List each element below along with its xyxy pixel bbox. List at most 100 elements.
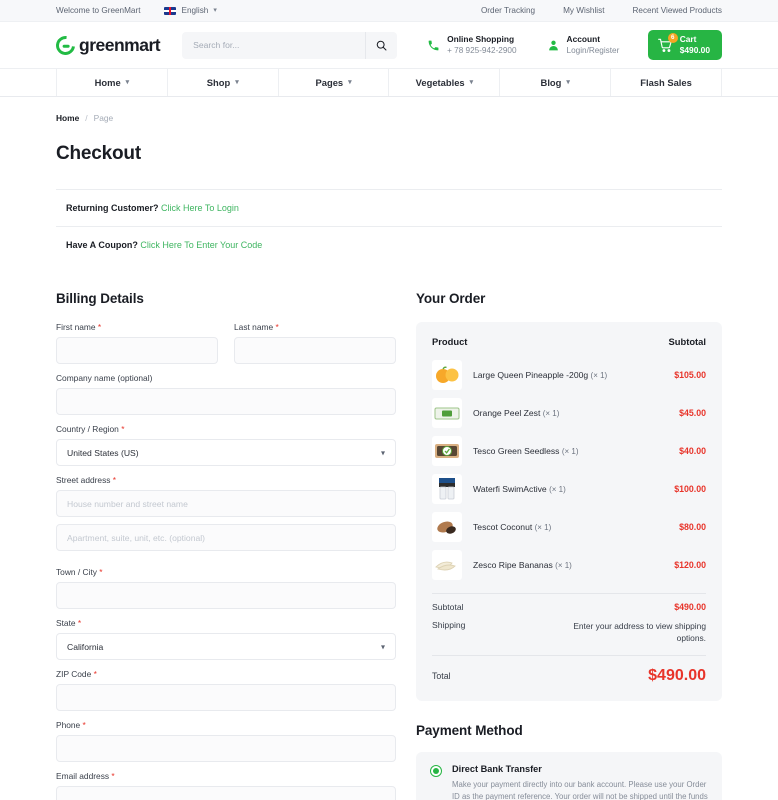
nav-item-vegetables[interactable]: Vegetables ▾: [389, 69, 501, 96]
street-address-line2-input[interactable]: [56, 524, 396, 551]
nav-item-shop[interactable]: Shop ▾: [168, 69, 279, 96]
first-name-label: First name *: [56, 322, 218, 332]
total-row: Total $490.00: [432, 656, 706, 685]
email-address-label: Email address *: [56, 771, 396, 781]
required-asterisk: *: [275, 322, 279, 332]
product-price: $45.00: [679, 408, 706, 418]
town-city-input[interactable]: [56, 582, 396, 609]
state-label-text: State: [56, 618, 76, 628]
order-tracking-link[interactable]: Order Tracking: [481, 6, 535, 15]
language-selector[interactable]: English ▾: [164, 6, 217, 15]
email-address-label-text: Email address: [56, 771, 110, 781]
email-address-field: Email address *: [56, 771, 396, 800]
required-asterisk: *: [97, 322, 102, 332]
nav-label-vegetables: Vegetables: [415, 77, 465, 88]
nav-item-blog[interactable]: Blog ▾: [500, 69, 612, 96]
company-name-label: Company name (optional): [56, 373, 153, 383]
required-asterisk: *: [112, 475, 117, 485]
company-name-input[interactable]: [56, 388, 396, 415]
top-bar: Welcome to GreenMart English ▾ Order Tra…: [0, 0, 778, 22]
phone-text-group: Online Shopping + 78 925-942-2900: [447, 34, 516, 56]
list-item: Waterfi SwimActive (× 1): [473, 484, 674, 494]
payment-option-direct-bank-transfer[interactable]: Direct Bank Transfer Make your payment d…: [416, 752, 722, 800]
search-input[interactable]: [182, 31, 366, 59]
product-name: Tescot Coconut: [473, 522, 533, 532]
site-header: greenmart Online Shopping + 78 925-942-2…: [0, 22, 778, 68]
product-quantity: (× 1): [555, 561, 572, 570]
breadcrumb-home-link[interactable]: Home: [56, 113, 79, 123]
street-address-line1-input[interactable]: [56, 490, 396, 517]
my-wishlist-link[interactable]: My Wishlist: [563, 6, 604, 15]
shipping-note: Enter your address to view shipping opti…: [573, 621, 706, 644]
search-icon: [376, 40, 387, 50]
last-name-input[interactable]: [234, 337, 396, 364]
account-menu[interactable]: Account Login/Register: [547, 34, 619, 56]
cart-icon: 6: [657, 32, 678, 53]
coupon-code-link[interactable]: Click Here To Enter Your Code: [140, 240, 262, 250]
list-item: Orange Peel Zest (× 1): [473, 408, 679, 418]
online-shopping-phone[interactable]: Online Shopping + 78 925-942-2900: [427, 34, 517, 56]
product-quantity: (× 1): [534, 523, 552, 532]
payment-method-title: Payment Method: [416, 723, 523, 739]
coupon-question: Have A Coupon?: [66, 240, 138, 250]
phone-input[interactable]: [56, 735, 396, 762]
product-name: Tesco Green Seedless: [473, 446, 560, 456]
cart-total-amount: $490.00: [679, 45, 710, 55]
nav-label-pages: Pages: [315, 77, 344, 88]
checkout-columns: Billing Details First name * Last name *: [56, 291, 722, 800]
order-payment-section: Your Order Product Subtotal Large Queen …: [416, 291, 722, 800]
returning-customer-notice: Returning Customer? Click Here To Login: [56, 189, 722, 226]
uk-flag-icon: [164, 6, 177, 15]
product-quantity: (× 1): [590, 371, 608, 380]
country-region-select[interactable]: United States (US): [56, 439, 396, 466]
nav-item-home[interactable]: Home ▾: [56, 69, 168, 96]
your-order-title: Your Order: [416, 291, 486, 306]
state-field: State * California ▾: [56, 618, 396, 660]
product-price: $105.00: [674, 370, 706, 380]
order-table-header: Product Subtotal: [432, 336, 706, 356]
country-region-label: Country / Region *: [56, 424, 396, 434]
name-field-row: First name * Last name *: [56, 322, 396, 373]
product-name: Orange Peel Zest: [473, 408, 541, 418]
coconut-thumb: [432, 512, 462, 542]
search-button[interactable]: [365, 31, 397, 59]
top-bar-links: Order Tracking My Wishlist Recent Viewed…: [481, 6, 722, 15]
last-name-field: Last name *: [234, 322, 396, 364]
oranges-thumb: [432, 360, 462, 390]
chevron-down-icon: ▾: [469, 79, 474, 86]
water-bottles-thumb: [432, 474, 462, 504]
phone-label-text: Phone: [56, 720, 81, 730]
phone-field: Phone *: [56, 720, 396, 762]
radio-direct-bank-transfer[interactable]: [430, 765, 442, 778]
order-col-subtotal: Subtotal: [668, 336, 707, 347]
shipping-row: Shipping Enter your address to view ship…: [432, 612, 706, 644]
country-select-wrapper: United States (US) ▾: [56, 439, 396, 466]
login-link[interactable]: Click Here To Login: [161, 203, 239, 213]
order-summary-card: Product Subtotal Large Queen Pineapple -…: [416, 322, 722, 702]
page-title: Checkout: [56, 143, 141, 164]
total-value: $490.00: [648, 667, 706, 685]
language-label: English: [181, 6, 209, 15]
first-name-input[interactable]: [56, 337, 218, 364]
state-select[interactable]: California: [56, 633, 396, 660]
product-quantity: (× 1): [542, 409, 560, 418]
chevron-down-icon: ▾: [213, 7, 217, 14]
total-label: Total: [432, 671, 451, 682]
nav-item-pages[interactable]: Pages ▾: [279, 69, 390, 96]
zip-code-label: ZIP Code *: [56, 669, 396, 679]
billing-details-section: Billing Details First name * Last name *: [56, 291, 396, 800]
zip-code-input[interactable]: [56, 684, 396, 711]
product-price: $80.00: [679, 522, 706, 532]
street-address-field: Street address *: [56, 475, 396, 558]
recent-viewed-products-link[interactable]: Recent Viewed Products: [632, 6, 722, 15]
nav-label-home: Home: [94, 77, 121, 88]
order-col-product: Product: [432, 336, 468, 347]
cart-button[interactable]: 6 Cart $490.00: [647, 30, 722, 60]
nav-item-flash-sales[interactable]: Flash Sales: [611, 69, 722, 96]
user-icon: [547, 39, 560, 52]
shipping-label: Shipping: [432, 620, 466, 630]
site-logo[interactable]: greenmart: [52, 31, 161, 59]
product-quantity: (× 1): [549, 485, 566, 494]
required-asterisk: *: [93, 669, 97, 679]
email-address-input[interactable]: [56, 786, 396, 800]
